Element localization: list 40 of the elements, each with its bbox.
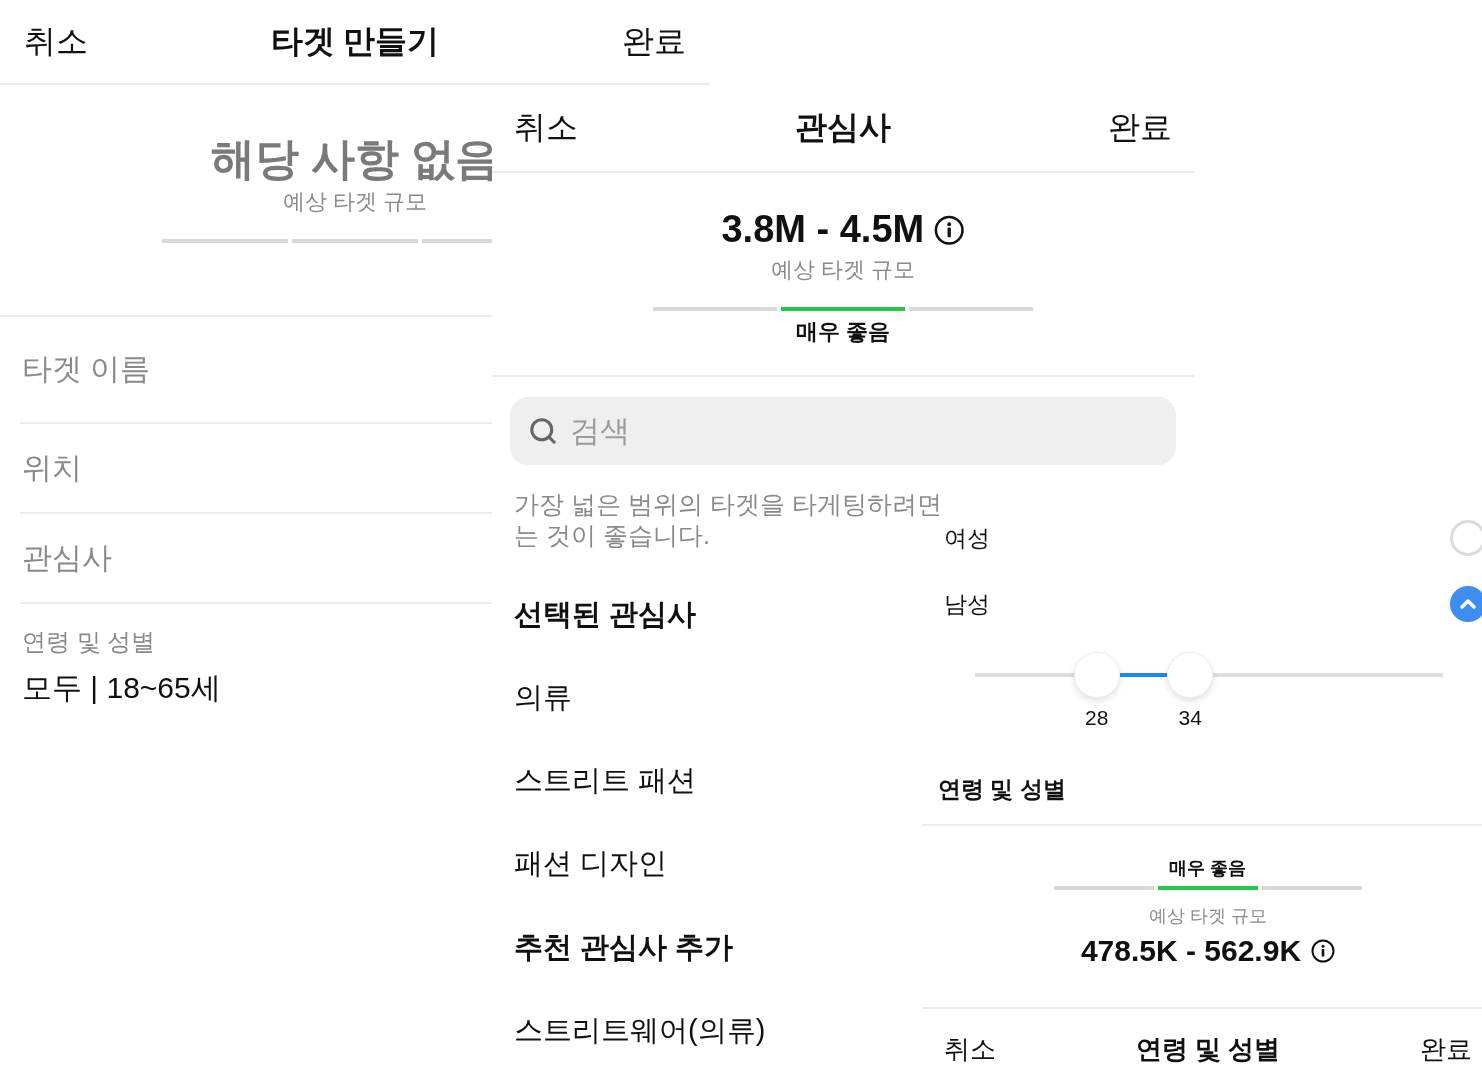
search-icon [528,415,558,446]
gender-label: 남성 [944,589,990,619]
section-title: 연령 및 성별 [937,775,1066,804]
slider-thumb[interactable] [1073,652,1120,698]
screen-title: 관심사 [795,108,891,147]
age-gender-value[interactable]: 모두 | 18~65세 [22,668,221,710]
section-title: 추천 관심사 추가 [513,929,734,965]
hint-text: 가장 넓은 범위의 타겟을 타게팅하려면 [513,488,943,520]
gender-label: 여성 [944,523,990,553]
screen-title: 연령 및 성별 [1135,1032,1281,1066]
audience-size: 478.5K - 562.9K [1080,934,1336,967]
age-gender-label: 연령 및 성별 [22,627,156,658]
interest-item[interactable]: 의류 [510,656,572,740]
interest-item[interactable]: 패션 디자인 [510,822,668,906]
info-icon[interactable] [1311,938,1336,963]
gender-checkbox[interactable] [1450,586,1482,622]
info-icon[interactable] [934,214,965,246]
cancel-button[interactable]: 취소 [24,19,88,64]
screen-title: 타겟 만들기 [270,21,440,61]
age-value: 34 [1178,706,1202,730]
gender-checkbox[interactable] [1450,520,1482,556]
search-field[interactable]: 검색 [510,396,1176,465]
age-value: 28 [1085,706,1109,730]
audience-size-caption: 예상 타겟 규모 [282,188,428,217]
hint-text: 는 것이 좋습니다. [513,519,711,551]
section-title: 선택된 관심사 [513,596,697,632]
audience-size-caption: 예상 타겟 규모 [1149,905,1267,928]
audience-rating: 매우 좋음 [795,317,891,346]
cancel-button[interactable]: 취소 [944,1031,996,1067]
interest-item[interactable]: 스트리트웨어(의류) [510,989,766,1073]
done-button[interactable]: 완료 [1108,106,1172,150]
done-button[interactable]: 완료 [622,19,686,64]
done-button[interactable]: 완료 [1420,1031,1472,1067]
audience-size-caption: 예상 타겟 규모 [770,255,916,284]
slider-thumb[interactable] [1167,652,1214,698]
audience-size: 3.8M - 4.5M [721,209,965,251]
interest-item[interactable]: 스트리트 패션 [510,739,697,823]
cancel-button[interactable]: 취소 [514,106,578,150]
audience-rating: 매우 좋음 [1169,857,1247,880]
audience-size: 해당 사항 없음 [210,135,500,184]
